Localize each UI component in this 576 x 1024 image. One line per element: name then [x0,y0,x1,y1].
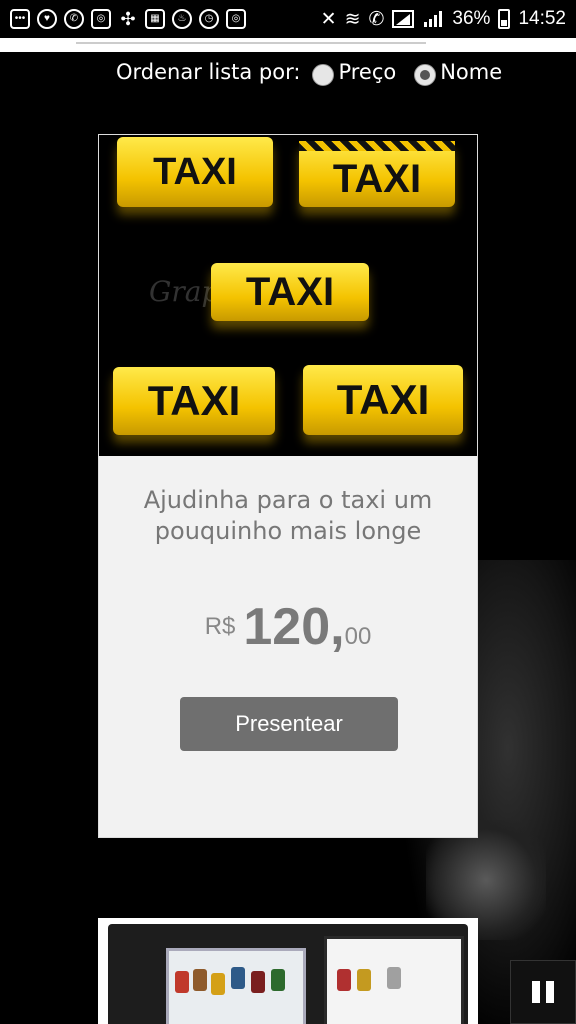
sort-options: Ordenar lista por: Preço Nome [116,60,502,86]
qr-icon: ▦ [145,9,165,29]
sort-price-label[interactable]: Preço [338,60,396,84]
sort-name-label[interactable]: Nome [440,60,502,84]
gift-title-line: Ajudinha para o taxi um [143,486,433,514]
gift-button[interactable]: Presentear [180,697,398,751]
battery-icon [498,9,511,29]
pause-icon [532,981,540,1003]
instagram-icon: ◎ [91,9,111,29]
sort-price-radio[interactable] [312,64,335,86]
taxi-sign: TAXI [211,263,369,321]
taxi-sign: TAXI [303,365,463,435]
signal-bars-icon [424,11,443,27]
address-bar-strip [0,38,576,52]
minibar-image [108,924,468,1024]
wifi-icon: ≋ [344,8,361,30]
status-bar: ••• ♥ ✆ ◎ ✣ ▦ ♨ ◷ ◎ ✕ ≋ ✆ 36% 14:52 [0,0,576,38]
pinwheel-icon: ✣ [120,9,136,29]
clock: 14:52 [518,8,566,29]
gift-card: TAXI TAXI Graphic stock TAXI TAXI TAXI A… [98,134,478,838]
taxi-image: TAXI TAXI Graphic stock TAXI TAXI TAXI [99,135,477,456]
price-currency: R$ [204,613,236,640]
instagram-icon-2: ◎ [226,9,246,29]
system-icons: ✕ ≋ ✆ 36% 14:52 [321,8,566,31]
sort-name-radio[interactable] [414,64,437,86]
gift-price: R$ 120,00 [99,597,477,657]
signal-icon [392,10,415,28]
timer-icon: ◷ [199,9,219,29]
chat-icon: ••• [10,9,30,29]
whatsapp-icon: ✆ [64,9,84,29]
call-icon: ✆ [368,8,385,30]
battery-percent: 36% [452,8,491,29]
pause-button[interactable] [510,960,576,1024]
gift-title-line: pouquinho mais longe [154,517,422,545]
heart-icon: ♥ [37,9,57,29]
flame-icon: ♨ [172,9,192,29]
notification-icons: ••• ♥ ✆ ◎ ✣ ▦ ♨ ◷ ◎ [10,9,246,29]
taxi-sign: TAXI [117,137,273,207]
sort-label: Ordenar lista por: [116,60,301,84]
mute-icon: ✕ [320,8,337,30]
taxi-sign: TAXI [113,367,275,435]
price-cents: 00 [344,623,372,650]
taxi-sign: TAXI [299,141,455,207]
gift-card-2 [98,918,478,1024]
price-value: 120, [243,598,345,656]
gift-title: Ajudinha para o taxi um pouquinho mais l… [99,485,477,547]
